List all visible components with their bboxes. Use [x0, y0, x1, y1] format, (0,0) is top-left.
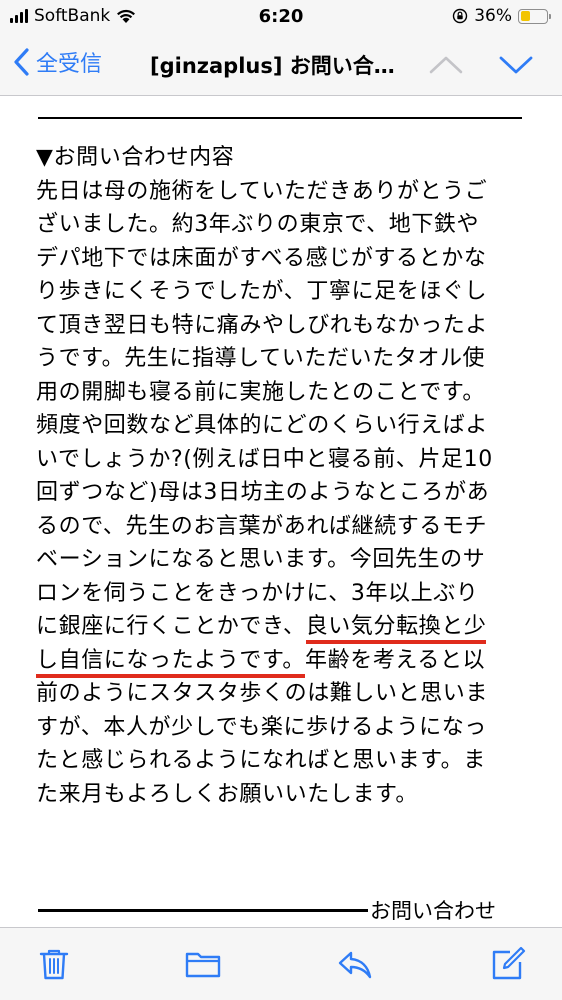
trash-button[interactable]: [36, 946, 72, 982]
chevron-up-icon[interactable]: [428, 50, 464, 80]
body-line: た来月もよろしくお願いいたします。: [36, 781, 419, 807]
bottom-toolbar: [0, 927, 562, 1000]
orientation-lock-icon: [453, 8, 468, 24]
email-body: ▼お問い合わせ内容 先日は母の施術をしていただきありがとうご ざいました。約3年…: [0, 97, 562, 927]
body-line: すが、本人が少しでも楽に歩けるようになっ: [36, 714, 487, 740]
body-line: 回ずつなど)母は3日坊主のようなところがあ: [36, 480, 490, 505]
nav-bar: 全受信 [ginzaplus] お問い合…: [0, 34, 562, 96]
body-line: デパ地下では床面がすべる感じがするとかな: [36, 245, 487, 271]
divider-top: [38, 117, 522, 119]
body-line: し自信になったようです。年齢を考えると以: [36, 644, 530, 678]
nav-title: [ginzaplus] お問い合…: [150, 54, 395, 78]
chevron-down-icon[interactable]: [498, 50, 534, 80]
body-line: たと感じられるようになればと思います。ま: [36, 748, 486, 773]
body-line: ベーションになると思います。今回先生のサ: [36, 547, 486, 572]
body-line: 用の開脚も寝る前に実施したとのことです。: [36, 379, 485, 405]
body-line: いでしょうか?(例えば日中と寝る前、片足10: [36, 446, 493, 472]
body-line: ロンを伺うことをきっかけに、3年以上ぶり: [36, 580, 479, 606]
status-right: 36%: [452, 6, 551, 26]
compose-button[interactable]: [490, 946, 526, 982]
status-bar: SoftBank 6:20 36%: [0, 0, 562, 34]
divider-bottom: [38, 908, 368, 912]
highlighted-text: し自信になったようです。: [36, 647, 306, 678]
body-line: 頻度や回数など具体的にどのくらい行えばよ: [36, 413, 489, 438]
footer-divider-row: お問い合わせ: [38, 895, 496, 925]
body-line: ▼お問い合わせ内容: [36, 145, 235, 170]
body-text-segment: に銀座に行くことかでき、: [36, 614, 306, 639]
body-line: るので、先生のお言葉があれば継続するモチ: [36, 513, 488, 539]
reply-icon: [338, 951, 372, 979]
battery-percent: 36%: [474, 6, 512, 26]
body-line: ざいました。約3年ぶりの東京で、地下鉄や: [36, 212, 480, 237]
body-line: り歩きにくそうでしたが、丁寧に足をほぐし: [36, 279, 488, 304]
battery-icon: [518, 8, 551, 24]
body-line: 前のようにスタスタ歩くのは難しいと思いま: [36, 681, 489, 706]
body-line: 先日は母の施術をしていただきありがとうご: [36, 178, 488, 204]
chevron-left-icon: [14, 48, 29, 76]
back-button[interactable]: 全受信: [12, 46, 102, 78]
body-text-segment: 年齢を考えると以: [305, 647, 486, 673]
battery-level: [520, 11, 530, 21]
folder-button[interactable]: [185, 946, 221, 982]
body-line: に銀座に行くことかでき、良い気分転換と少: [36, 610, 530, 644]
body-line: て頂き翌日も特に痛みやしびれもなかったよ: [36, 312, 489, 338]
compose-icon: [492, 946, 526, 980]
folder-icon: [185, 952, 221, 978]
trash-icon: [39, 949, 69, 980]
email-text: ▼お問い合わせ内容 先日は母の施術をしていただきありがとうご ざいました。約3年…: [36, 141, 530, 811]
footer-label: お問い合わせ: [370, 899, 496, 923]
back-label: 全受信: [36, 52, 103, 77]
body-line: うです。先生に指導していただいたタオル使: [36, 346, 486, 371]
highlighted-text: 良い気分転換と少: [305, 614, 487, 644]
reply-button[interactable]: [337, 946, 373, 982]
